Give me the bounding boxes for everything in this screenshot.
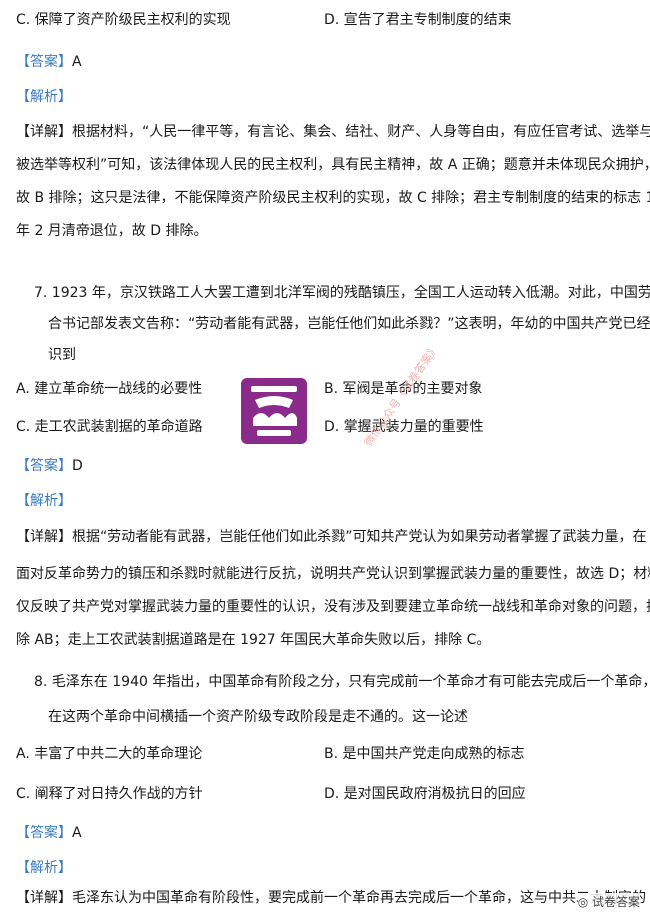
exam-logo-icon [241,378,307,444]
detail-line: 仅反映了共产党对掌握武装力量的重要性的认识，没有涉及到要建立革命统一战线和革命对… [16,599,650,615]
q8-detail: 【详解】毛泽东认为中国革命有阶段性，要完成前一个革命再去完成后一个革命，这与中共… [16,888,646,908]
detail-line: 故 B 排除；这只是法律，不能保障资产阶级民主权利的实现，故 C 排除；君主专制… [16,190,650,206]
q8-option-c: C. 阐释了对日持久作战的方针 [16,786,203,802]
answer-tag: 【答案】 [16,458,72,474]
answer-tag: 【答案】 [16,54,72,70]
stem-line: 合书记部发表文告称：“劳动者能有武器，岂能任他们如此杀戮？”这表明，年幼的中国共… [48,316,650,332]
q6-detail: 【详解】根据材料，“人民一律平等，有言论、集会、结社、财产、人身等自由，有应任官… [16,122,650,254]
q6-analysis-tag: 【解析】 [16,89,72,105]
detail-line: 年 2 月清帝退位，故 D 排除。 [16,223,208,239]
q8-option-a: A. 丰富了中共二大的革命理论 [16,746,203,762]
q8-analysis-tag: 【解析】 [16,860,72,876]
detail-text: 根据材料，“人民一律平等，有言论、集会、结社、财产、人身等自由，有应任官考试、选… [72,124,650,140]
answer-value: D [72,458,83,474]
stem-line: 7. 1923 年，京汉铁路工人大罢工遭到北洋军阀的残酷镇压，全国工人运动转入低… [34,285,650,301]
detail-text: 毛泽东认为中国革命有阶段性，要完成前一个革命再去完成后一个革命，这与中共二大制定… [72,890,646,906]
q8-option-d: D. 是对国民政府消极抗日的回应 [324,786,526,802]
corner-text: 试卷答案 [591,895,640,909]
q7-analysis-tag: 【解析】 [16,493,72,509]
q7-option-d: D. 掌握武装力量的重要性 [324,419,484,435]
stem-line: 识到 [48,347,76,363]
answer-value: A [72,825,82,841]
detail-text: 根据“劳动者能有武器，岂能任他们如此杀戮”可知共产党认为如果劳动者掌握了武装力量… [72,529,647,545]
detail-tag: 【详解】 [16,529,72,545]
corner-watermark: ◎ 试卷答案 [577,893,640,910]
answer-value: A [72,54,82,70]
q7-stem: 7. 1923 年，京汉铁路工人大罢工遭到北洋军阀的残酷镇压，全国工人运动转入低… [16,283,650,376]
q6-answer: 【答案】A [16,52,82,72]
stem-line: 8. 毛泽东在 1940 年指出，中国革命有阶段之分，只有完成前一个革命才有可能… [34,674,650,690]
q7-option-c: C. 走工农武装割据的革命道路 [16,419,203,435]
q7-detail: 【详解】根据“劳动者能有武器，岂能任他们如此杀戮”可知共产党认为如果劳动者掌握了… [16,527,650,663]
detail-tag: 【详解】 [16,124,72,140]
q6-option-d: D. 宣告了君主专制制度的结束 [324,12,512,28]
detail-tag: 【详解】 [16,890,72,906]
wechat-icon: ◎ [577,895,592,909]
detail-line: 被选举等权利”可知，该法律体现人民的民主权利，具有民主精神，故 A 正确；题意并… [16,157,650,173]
q8-answer: 【答案】A [16,823,82,843]
q8-stem: 8. 毛泽东在 1940 年指出，中国革命有阶段之分，只有完成前一个革命才有可能… [16,672,650,740]
q7-option-a: A. 建立革命统一战线的必要性 [16,381,203,397]
detail-line: 【详解】根据材料，“人民一律平等，有言论、集会、结社、财产、人身等自由，有应任官… [16,122,650,155]
detail-line: 【详解】根据“劳动者能有武器，岂能任他们如此杀戮”可知共产党认为如果劳动者掌握了… [16,527,647,564]
detail-line: 除 AB；走上工农武装割据道路是在 1927 年国民大革命失败以后，排除 C。 [16,632,491,648]
detail-line: 面对反革命势力的镇压和杀戮时就能进行反抗，说明共产党认识到掌握武装力量的重要性，… [16,566,650,582]
stem-line: 在这两个革命中间横插一个资产阶级专政阶段是走不通的。这一论述 [48,709,468,725]
answer-tag: 【答案】 [16,825,72,841]
q6-option-c: C. 保障了资产阶级民主权利的实现 [16,12,231,28]
q8-option-b: B. 是中国共产党走向成熟的标志 [324,746,525,762]
q7-answer: 【答案】D [16,456,83,476]
